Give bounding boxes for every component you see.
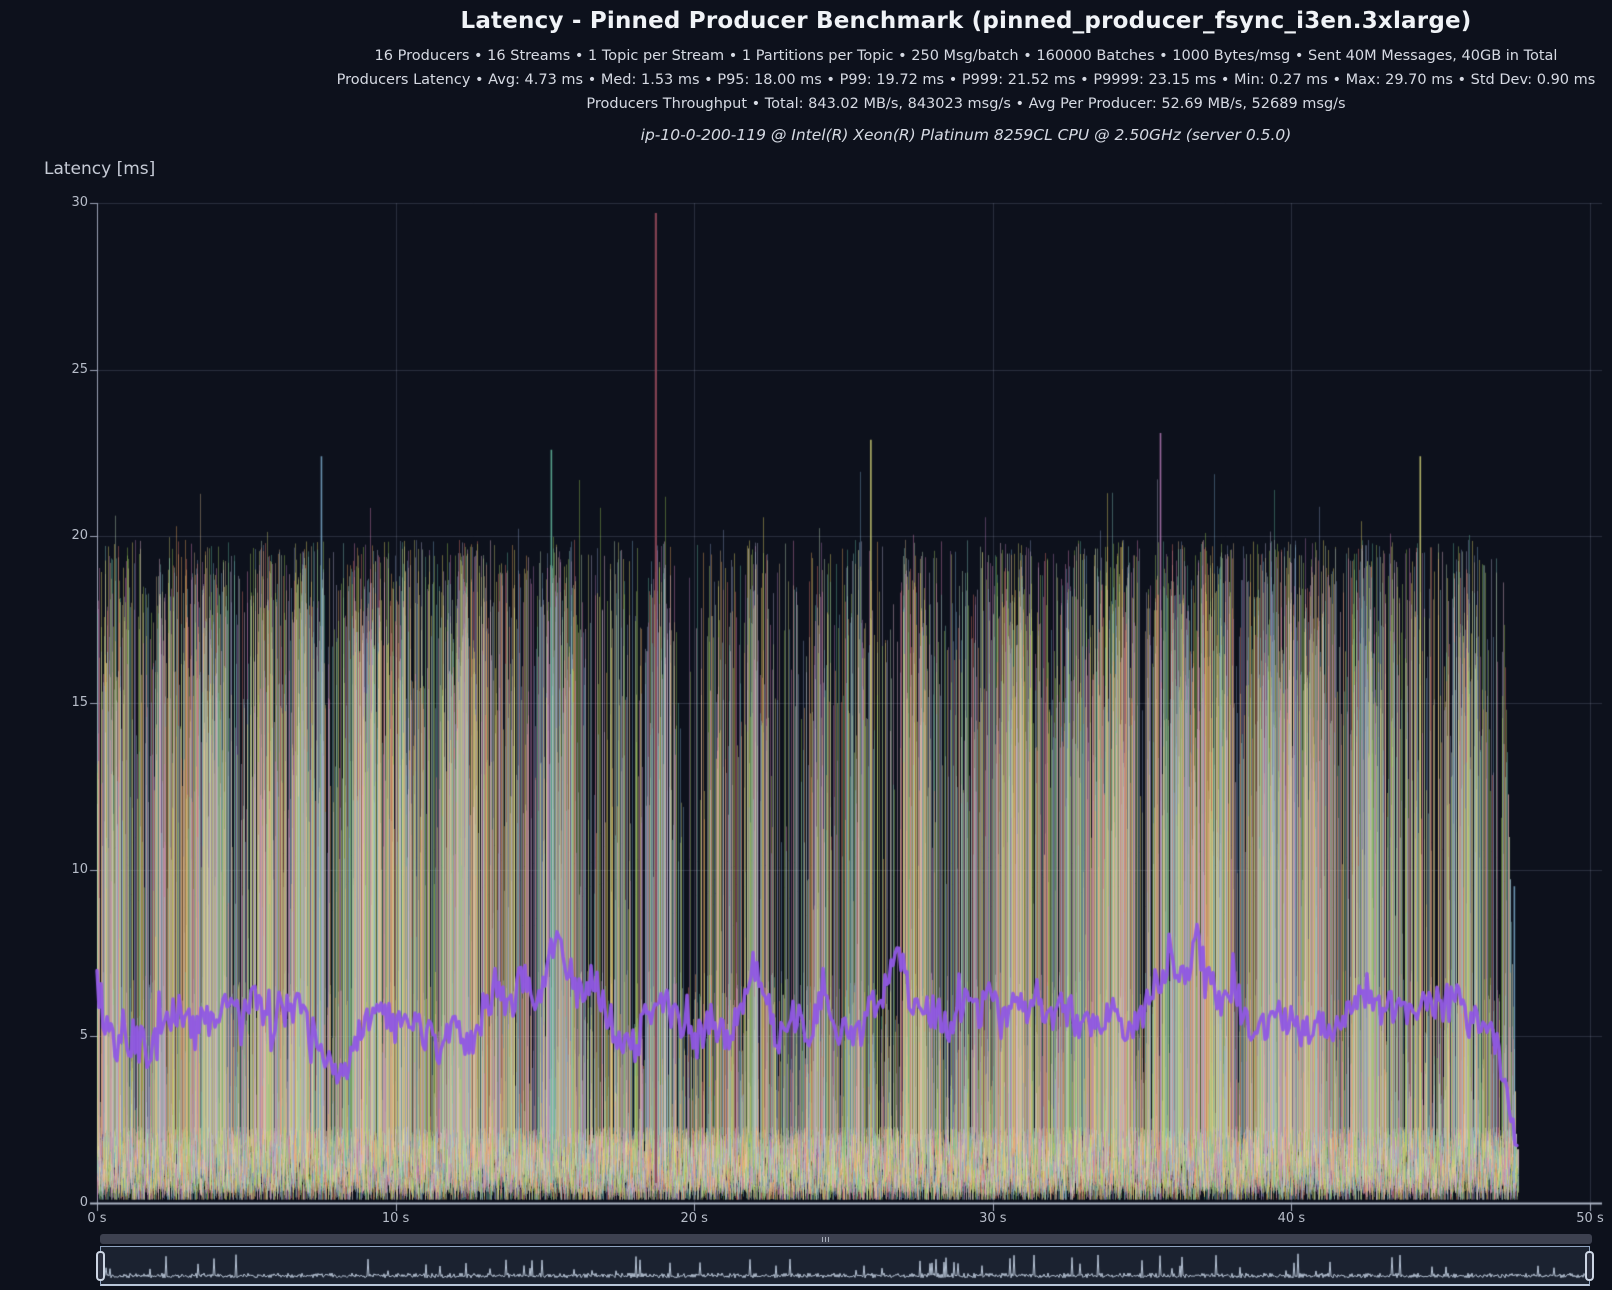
- x-tick-label: 20 s: [669, 1211, 719, 1226]
- latency-chart-canvas[interactable]: [0, 0, 1612, 1232]
- latency-stats-line: Producers Latency • Avg: 4.73 ms • Med: …: [320, 68, 1612, 92]
- y-tick-label: 15: [44, 695, 88, 710]
- range-navigator[interactable]: [100, 1246, 1590, 1286]
- navigator-waveform-canvas[interactable]: [101, 1247, 1589, 1284]
- y-tick-label: 20: [44, 528, 88, 543]
- x-tick-label: 10 s: [371, 1211, 421, 1226]
- y-tick-label: 10: [44, 862, 88, 877]
- throughput-stats-line: Producers Throughput • Total: 843.02 MB/…: [320, 92, 1612, 116]
- benchmark-config-line: 16 Producers • 16 Streams • 1 Topic per …: [320, 44, 1612, 68]
- chart-header: Latency - Pinned Producer Benchmark (pin…: [0, 8, 1612, 144]
- y-tick-label: 30: [44, 195, 88, 210]
- scrollbar-grip[interactable]: [822, 1237, 831, 1242]
- chart-horizontal-scrollbar[interactable]: [100, 1234, 1592, 1244]
- y-tick-label: 0: [44, 1195, 88, 1210]
- x-tick-label: 30 s: [968, 1211, 1018, 1226]
- y-tick-label: 25: [44, 362, 88, 377]
- chart-title: Latency - Pinned Producer Benchmark (pin…: [320, 8, 1612, 34]
- y-axis-title: Latency [ms]: [44, 159, 155, 179]
- x-tick-label: 0 s: [72, 1211, 122, 1226]
- x-tick-label: 50 s: [1565, 1211, 1612, 1226]
- navigator-left-handle[interactable]: [96, 1251, 105, 1281]
- benchmark-dashboard: Latency - Pinned Producer Benchmark (pin…: [0, 0, 1612, 1290]
- navigator-right-handle[interactable]: [1585, 1251, 1594, 1281]
- y-tick-label: 5: [44, 1028, 88, 1043]
- x-tick-label: 40 s: [1266, 1211, 1316, 1226]
- host-info-line: ip-10-0-200-119 @ Intel(R) Xeon(R) Plati…: [320, 126, 1612, 144]
